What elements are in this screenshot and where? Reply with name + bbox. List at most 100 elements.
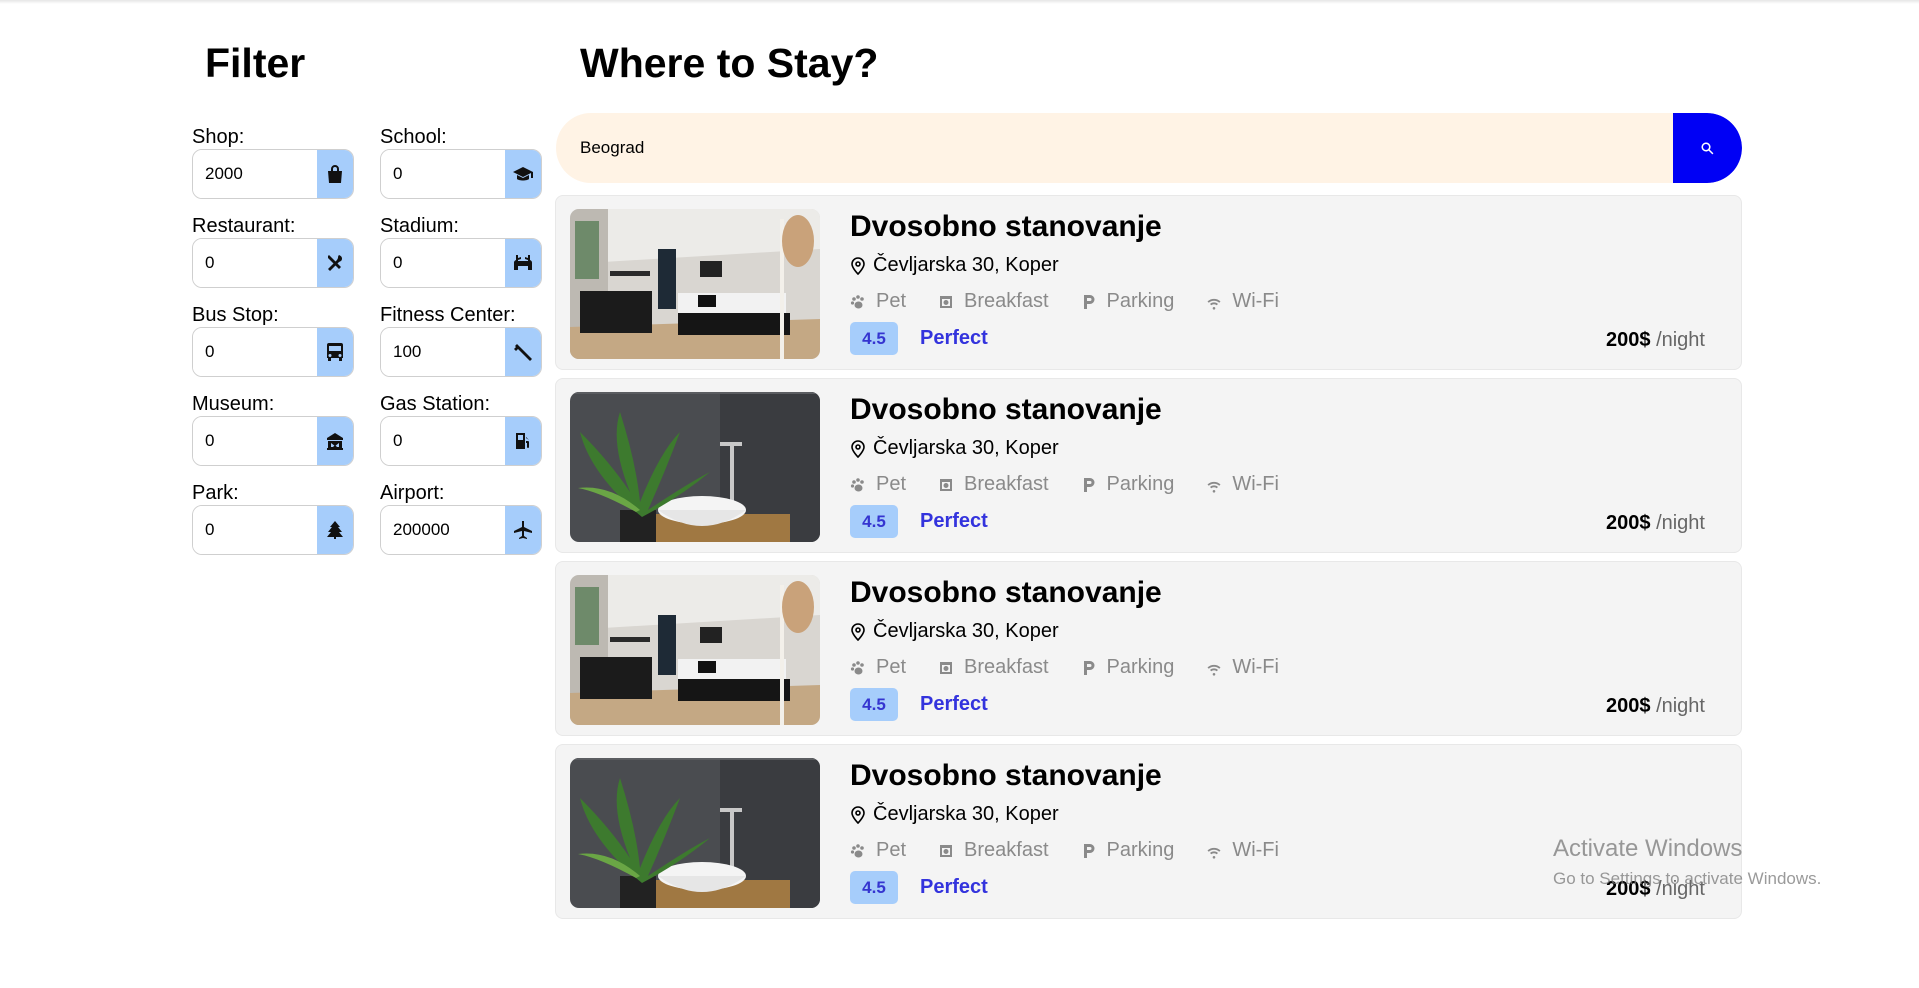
listing-address: Čevljarska 30, Koper (850, 437, 1059, 460)
fitness-center-icon-button[interactable] (505, 328, 541, 376)
field-box (192, 149, 354, 199)
amenity-pet: Pet (850, 473, 906, 496)
search-icon (1701, 141, 1714, 154)
amenity-breakfast: Breakfast (938, 656, 1049, 679)
listing-card[interactable]: Dvosobno stanovanje Čevljarska 30, Koper… (555, 378, 1742, 553)
windows-activation-watermark: Activate Windows Go to Settings to activ… (1553, 835, 1821, 889)
amenity-label: Wi-Fi (1232, 839, 1279, 861)
amenity-wifi: Wi-Fi (1206, 656, 1279, 679)
amenity-list: Pet Breakfast Parking Wi-Fi (850, 839, 1279, 862)
rating-text: Perfect (920, 327, 988, 349)
stadium-icon-button[interactable] (505, 239, 541, 287)
filter-field-bus-stop: Bus Stop: (192, 304, 356, 377)
field-label: Gas Station: (380, 393, 491, 415)
listing-address: Čevljarska 30, Koper (850, 803, 1059, 826)
filter-field-restaurant: Restaurant: (192, 215, 356, 288)
price-amount: 200$ (1606, 695, 1651, 717)
field-label: School: (380, 126, 447, 148)
field-box (192, 238, 354, 288)
paw-icon (850, 477, 864, 491)
shop-distance-input[interactable] (193, 150, 317, 198)
dumbbell-icon (514, 344, 532, 361)
page-title: Where to Stay? (580, 40, 879, 86)
museum-distance-input[interactable] (193, 417, 317, 465)
amenity-parking: Parking (1081, 290, 1175, 313)
listing-card[interactable]: Dvosobno stanovanje Čevljarska 30, Koper… (555, 561, 1742, 736)
wifi-icon (1207, 481, 1221, 493)
amenity-label: Wi-Fi (1232, 473, 1279, 495)
bathroom-photo (570, 758, 820, 908)
bus-stop-distance-input[interactable] (193, 328, 317, 376)
search-button[interactable] (1673, 113, 1742, 183)
field-box (380, 149, 542, 199)
listing-title[interactable]: Dvosobno stanovanje (850, 393, 1162, 427)
stadium-icon (514, 255, 532, 270)
rating-badge: 4.5 (850, 505, 898, 538)
field-label: Airport: (380, 482, 445, 504)
field-label: Museum: (192, 393, 275, 415)
amenity-wifi: Wi-Fi (1206, 839, 1279, 862)
breakfast-icon (940, 661, 953, 674)
airport-distance-input[interactable] (381, 506, 505, 554)
paw-icon (850, 660, 864, 674)
stadium-distance-input[interactable] (381, 239, 505, 287)
address-text: Čevljarska 30, Koper (873, 803, 1059, 825)
museum-icon (327, 433, 343, 450)
amenity-label: Parking (1106, 839, 1175, 861)
listing-title[interactable]: Dvosobno stanovanje (850, 210, 1162, 244)
rating-badge: 4.5 (850, 688, 898, 721)
location-pin-icon (851, 256, 865, 275)
gas-station-distance-input[interactable] (381, 417, 505, 465)
utensils-icon (328, 255, 343, 271)
field-label: Shop: (192, 126, 245, 148)
amenity-wifi: Wi-Fi (1206, 290, 1279, 313)
listing-photo-bedroom[interactable] (570, 575, 820, 725)
listing-title[interactable]: Dvosobno stanovanje (850, 576, 1162, 610)
fitness-center-distance-input[interactable] (381, 328, 505, 376)
shop-icon-button[interactable] (317, 150, 353, 198)
amenity-label: Pet (876, 473, 907, 495)
breakfast-icon (940, 478, 953, 491)
graduation-cap-icon (513, 167, 533, 181)
listing-card[interactable]: Dvosobno stanovanje Čevljarska 30, Koper… (555, 195, 1742, 370)
park-distance-input[interactable] (193, 506, 317, 554)
bedroom-photo (570, 575, 820, 725)
field-box (380, 327, 542, 377)
price-unit: /night (1656, 512, 1705, 534)
amenity-list: Pet Breakfast Parking Wi-Fi (850, 290, 1279, 313)
amenity-label: Parking (1106, 473, 1175, 495)
amenity-label: Breakfast (964, 656, 1049, 678)
airport-icon-button[interactable] (505, 506, 541, 554)
listing-photo-bathroom[interactable] (570, 392, 820, 542)
school-distance-input[interactable] (381, 150, 505, 198)
school-icon-button[interactable] (505, 150, 541, 198)
field-label: Bus Stop: (192, 304, 279, 326)
search-bar (556, 113, 1742, 183)
museum-icon-button[interactable] (317, 417, 353, 465)
gas-pump-icon (516, 433, 529, 449)
gas-station-icon-button[interactable] (505, 417, 541, 465)
bus-stop-icon-button[interactable] (317, 328, 353, 376)
watermark-subtitle: Go to Settings to activate Windows. (1553, 869, 1822, 888)
rating-badge: 4.5 (850, 871, 898, 904)
restaurant-icon-button[interactable] (317, 239, 353, 287)
field-box (192, 416, 354, 466)
search-input[interactable] (556, 113, 1673, 183)
amenity-label: Wi-Fi (1232, 656, 1279, 678)
price: 200$ /night (1606, 512, 1705, 535)
price-unit: /night (1656, 695, 1705, 717)
listing-photo-bathroom[interactable] (570, 758, 820, 908)
listing-card[interactable]: Dvosobno stanovanje Čevljarska 30, Koper… (555, 744, 1742, 919)
filter-field-airport: Airport: (380, 482, 544, 555)
price: 200$ /night (1606, 695, 1705, 718)
amenity-breakfast: Breakfast (938, 290, 1049, 313)
park-icon-button[interactable] (317, 506, 353, 554)
listing-photo-bedroom[interactable] (570, 209, 820, 359)
amenity-label: Parking (1106, 290, 1175, 312)
listing-title[interactable]: Dvosobno stanovanje (850, 759, 1162, 793)
parking-icon (1083, 843, 1095, 858)
restaurant-distance-input[interactable] (193, 239, 317, 287)
field-label: Restaurant: (192, 215, 296, 237)
filter-field-fitness-center: Fitness Center: (380, 304, 544, 377)
amenity-label: Breakfast (964, 473, 1049, 495)
